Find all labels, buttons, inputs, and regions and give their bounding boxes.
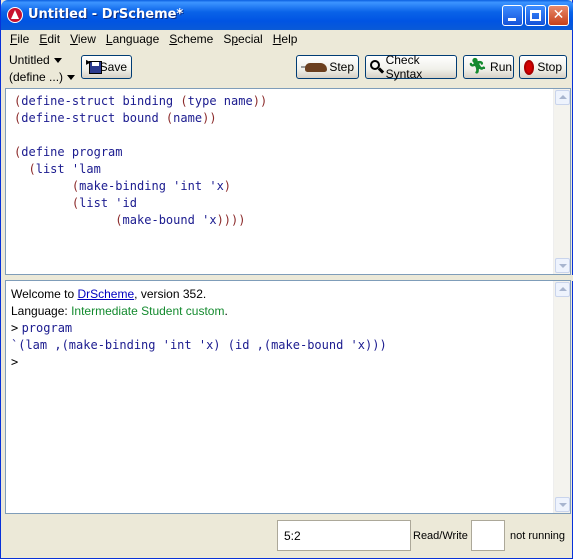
welcome-prefix: Welcome to — [11, 287, 78, 301]
dropdown-arrow-icon — [67, 75, 76, 81]
maximize-button[interactable] — [525, 5, 546, 26]
input-line: > program — [11, 320, 387, 337]
repl-prompt: > — [11, 355, 19, 369]
code-line: (make-binding 'int 'x) — [71, 179, 232, 193]
scroll-up-icon[interactable] — [555, 282, 570, 297]
output-line: `(lam ,(make-binding 'int 'x) (id ,(make… — [11, 337, 387, 354]
scroll-down-icon[interactable] — [555, 258, 570, 273]
file-name-label: Untitled — [9, 53, 50, 67]
minimize-icon — [508, 18, 516, 21]
definitions-editor[interactable]: (define-struct binding (type name)) (defi… — [5, 88, 571, 275]
step-button[interactable]: Step — [296, 55, 359, 79]
check-syntax-label: Check Syntax — [385, 53, 423, 81]
interactions-pane[interactable]: Welcome to DrScheme, version 352. Langua… — [5, 280, 571, 514]
read-write-mode: Read/Write — [413, 530, 468, 542]
menu-bar: File Edit View Language Scheme Special Help — [1, 30, 573, 49]
save-disk-icon: ▸ — [86, 58, 102, 75]
check-syntax-button[interactable]: Check Syntax — [365, 53, 457, 81]
menu-label-rest: iew — [77, 32, 96, 46]
scroll-down-icon[interactable] — [555, 497, 570, 512]
status-bar: 5:2 Read/Write not running — [1, 516, 573, 559]
running-man-icon: 🏃︎ — [468, 58, 488, 75]
running-status: not running — [510, 530, 566, 542]
menu-special[interactable]: Special — [218, 30, 267, 49]
language-line: Language: Intermediate Student custom. — [11, 303, 387, 320]
drscheme-window: Untitled - DrScheme* ✕ File Edit View Langu… — [0, 0, 573, 559]
repl-prompt: > — [11, 321, 19, 335]
drscheme-logo-icon — [7, 7, 23, 23]
menu-accelerator: V — [70, 32, 78, 46]
prompt-line[interactable]: > — [11, 354, 387, 371]
close-button[interactable]: ✕ — [548, 5, 569, 26]
menu-scheme[interactable]: Scheme — [164, 30, 218, 49]
menu-accelerator: L — [105, 32, 113, 46]
menu-label-rest: dit — [47, 32, 61, 46]
toolbar: Untitled (define ...) ▸ Save Step Check … — [1, 50, 573, 90]
menu-label-rest: ile — [17, 32, 30, 46]
stop-sign-icon — [524, 59, 535, 75]
scroll-up-icon[interactable] — [555, 90, 570, 105]
code-line: (list 'lam — [28, 162, 101, 176]
stop-button[interactable]: Stop — [519, 55, 567, 79]
code-line: (define-struct binding (type name)) — [14, 94, 268, 108]
interactions-scrollbar[interactable] — [553, 281, 570, 513]
save-label: Save — [99, 60, 127, 74]
define-popup-menu[interactable]: (define ...) — [9, 70, 76, 84]
footprint-icon — [301, 61, 327, 73]
minimize-button[interactable] — [502, 5, 523, 26]
repl-input: program — [21, 321, 73, 335]
cursor-position: 5:2 — [277, 520, 411, 551]
code-line: (define program — [14, 145, 123, 159]
menu-help[interactable]: Help — [268, 30, 303, 49]
language-prefix: Language: — [11, 304, 72, 318]
drscheme-link[interactable]: DrScheme — [77, 287, 134, 301]
language-name: Intermediate Student custom — [71, 304, 225, 318]
dropdown-arrow-icon — [53, 58, 62, 64]
run-button[interactable]: 🏃︎ Run — [463, 55, 514, 79]
menu-file[interactable]: File — [5, 30, 34, 49]
window-title: Untitled - DrScheme* — [28, 7, 184, 22]
menu-label-rest: cheme — [177, 32, 214, 46]
definitions-scrollbar[interactable] — [553, 89, 570, 274]
code-line: (define-struct bound (name)) — [14, 111, 217, 125]
welcome-line: Welcome to DrScheme, version 352. — [11, 286, 387, 303]
definitions-code[interactable]: (define-struct binding (type name)) (defi… — [14, 93, 267, 229]
menu-label-rest: ecial — [238, 32, 263, 46]
file-name-dropdown[interactable]: Untitled — [9, 53, 62, 67]
welcome-suffix: , version 352. — [134, 287, 207, 301]
run-label: Run — [490, 60, 513, 74]
define-popup-label: (define ...) — [9, 70, 64, 84]
repl-output: `(lam ,(make-binding 'int 'x) (id ,(make… — [11, 338, 387, 352]
gc-indicator — [471, 520, 505, 551]
code-line: (make-bound 'x)))) — [115, 213, 246, 227]
magnifier-icon — [370, 60, 385, 74]
menu-label-rest: elp — [281, 32, 298, 46]
menu-label-rest: anguage — [112, 32, 160, 46]
close-icon: ✕ — [552, 7, 565, 23]
maximize-icon — [530, 10, 541, 21]
interactions-text: Welcome to DrScheme, version 352. Langua… — [11, 286, 387, 371]
language-suffix: . — [224, 304, 228, 318]
code-line: (list 'id — [71, 196, 137, 210]
menu-edit[interactable]: Edit — [34, 30, 65, 49]
step-label: Step — [329, 60, 354, 74]
title-bar[interactable]: Untitled - DrScheme* ✕ — [1, 0, 573, 30]
menu-view[interactable]: View — [65, 30, 101, 49]
menu-language[interactable]: Language — [101, 30, 164, 49]
stop-label: Stop — [537, 60, 562, 74]
save-button[interactable]: ▸ Save — [81, 55, 132, 79]
